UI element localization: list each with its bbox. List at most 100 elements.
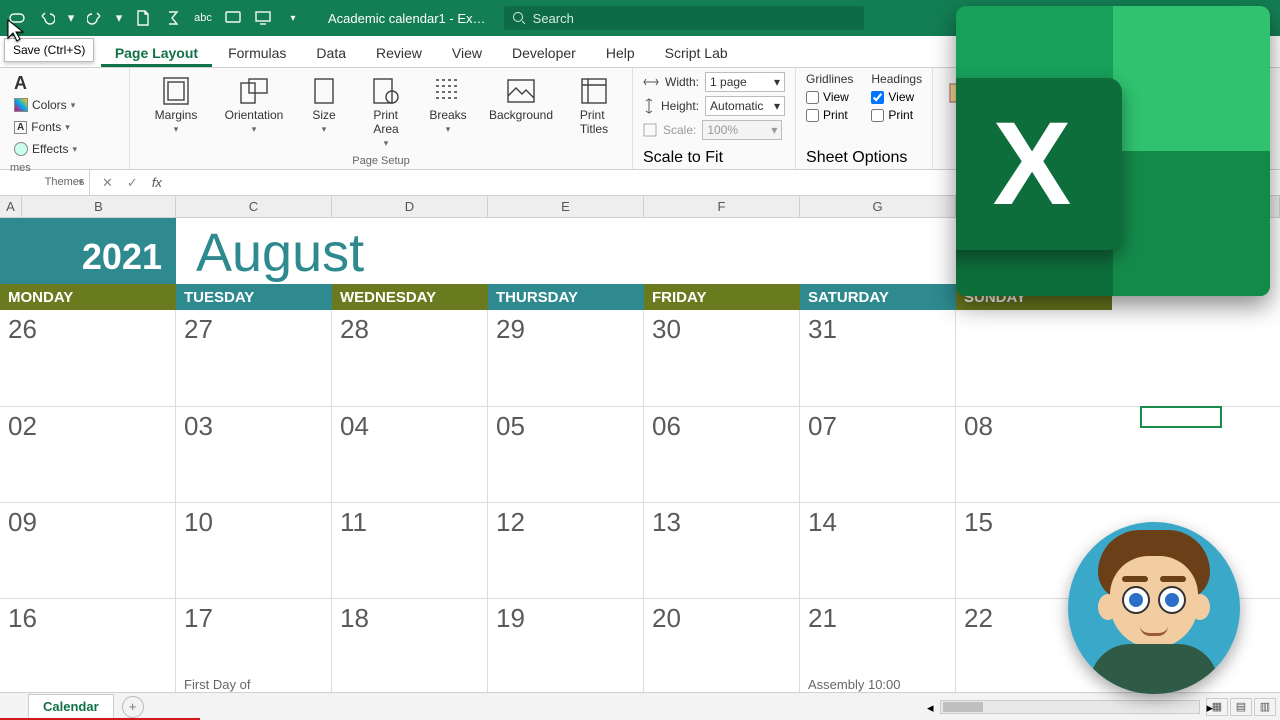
page-layout-view-icon[interactable]: ▤ — [1230, 698, 1252, 716]
search-input[interactable] — [533, 11, 856, 26]
present-icon[interactable] — [252, 7, 274, 29]
print-area-button[interactable]: Print Area▾ — [358, 72, 414, 149]
tab-view[interactable]: View — [438, 39, 496, 67]
search-icon — [512, 11, 525, 25]
themes-aa-icon[interactable]: A — [10, 72, 119, 94]
colors-button[interactable]: Colors▾ — [10, 94, 119, 116]
add-sheet-button[interactable]: + — [122, 696, 144, 718]
day-cell[interactable]: 13 — [644, 503, 800, 598]
day-cell[interactable]: 28 — [332, 310, 488, 406]
gridlines-print-checkbox[interactable]: Print — [806, 108, 853, 122]
tab-help[interactable]: Help — [592, 39, 649, 67]
enter-formula-icon[interactable]: ✓ — [127, 175, 138, 191]
new-file-icon[interactable] — [132, 7, 154, 29]
day-cell[interactable]: 14 — [800, 503, 956, 598]
autosum-icon[interactable] — [162, 7, 184, 29]
width-icon — [643, 76, 659, 88]
tab-developer[interactable]: Developer — [498, 39, 590, 67]
spellcheck-icon[interactable]: abc — [192, 7, 214, 29]
day-cell[interactable]: 31 — [800, 310, 956, 406]
tab-page-layout[interactable]: Page Layout — [101, 39, 212, 67]
day-cell[interactable]: 10 — [176, 503, 332, 598]
width-select[interactable]: 1 page▾ — [705, 72, 785, 92]
size-button[interactable]: Size▾ — [296, 72, 352, 149]
day-cell[interactable]: 05 — [488, 407, 644, 502]
qat-customize-icon[interactable]: ▾ — [282, 7, 304, 29]
col-G[interactable]: G — [800, 196, 956, 217]
tab-script-lab[interactable]: Script Lab — [651, 39, 742, 67]
col-E[interactable]: E — [488, 196, 644, 217]
margins-button[interactable]: Margins▾ — [140, 72, 212, 149]
page-break-view-icon[interactable]: ▥ — [1254, 698, 1276, 716]
day-cell[interactable]: 02 — [0, 407, 176, 502]
avatar-overlay — [1068, 522, 1240, 694]
redo-drop-icon[interactable]: ▾ — [114, 7, 124, 29]
undo-drop-icon[interactable]: ▾ — [66, 7, 76, 29]
headings-view-checkbox[interactable]: View — [871, 90, 922, 104]
search-box[interactable] — [504, 6, 864, 30]
hscroll-left-icon[interactable]: ◂ — [927, 700, 934, 716]
print-titles-button[interactable]: Print Titles — [566, 72, 622, 149]
col-B[interactable]: B — [22, 196, 176, 217]
day-cell[interactable]: 18 — [332, 599, 488, 692]
day-cell[interactable]: 08 — [956, 407, 1112, 502]
day-cell[interactable]: 04 — [332, 407, 488, 502]
headings-label: Headings — [871, 72, 922, 86]
page-setup-label: Page Setup — [140, 155, 622, 167]
tab-review[interactable]: Review — [362, 39, 436, 67]
day-cell[interactable]: 29 — [488, 310, 644, 406]
group-sheet-options: Gridlines View Print Headings View Print… — [796, 68, 933, 169]
group-page-setup: Margins▾ Orientation▾ Size▾ Print Area▾ … — [130, 68, 633, 169]
fonts-button[interactable]: AFonts▾ — [10, 116, 119, 138]
day-cell[interactable]: 12 — [488, 503, 644, 598]
headings-print-checkbox[interactable]: Print — [871, 108, 922, 122]
scale-select[interactable]: 100%▾ — [702, 120, 782, 140]
col-D[interactable]: D — [332, 196, 488, 217]
breaks-button[interactable]: Breaks▾ — [420, 72, 476, 149]
day-cell[interactable]: 19 — [488, 599, 644, 692]
day-cell[interactable]: 06 — [644, 407, 800, 502]
col-F[interactable]: F — [644, 196, 800, 217]
horizontal-scrollbar[interactable]: ◂▸ — [940, 700, 1200, 714]
day-cell[interactable]: 11 — [332, 503, 488, 598]
tab-data[interactable]: Data — [302, 39, 360, 67]
hscroll-right-icon[interactable]: ▸ — [1206, 700, 1213, 716]
mouse-cursor-icon — [6, 18, 26, 49]
col-C[interactable]: C — [176, 196, 332, 217]
undo-button[interactable] — [36, 7, 58, 29]
orientation-button[interactable]: Orientation▾ — [218, 72, 290, 149]
day-cell[interactable]: 03 — [176, 407, 332, 502]
day-cell[interactable]: 16 — [0, 599, 176, 692]
group-themes: A Colors▾ AFonts▾ Effects▾ mes Themes — [0, 68, 130, 169]
themes-mes-fragment: mes — [10, 162, 31, 174]
weekday-wednesday: WEDNESDAY — [332, 284, 488, 310]
gridlines-label: Gridlines — [806, 72, 853, 86]
day-cell[interactable]: 07 — [800, 407, 956, 502]
day-note: Assembly 10:00 — [808, 677, 901, 692]
day-cell[interactable]: 20 — [644, 599, 800, 692]
weekday-thursday: THURSDAY — [488, 284, 644, 310]
themes-label: Themes — [10, 176, 119, 188]
day-cell[interactable]: 30 — [644, 310, 800, 406]
gridlines-view-checkbox[interactable]: View — [806, 90, 853, 104]
fx-icon[interactable]: fx — [152, 175, 162, 190]
day-cell[interactable]: 26 — [0, 310, 176, 406]
touch-mode-icon[interactable] — [222, 7, 244, 29]
day-cell[interactable]: 17First Day of — [176, 599, 332, 692]
col-A[interactable]: A — [0, 196, 22, 217]
quick-access-toolbar: ▾ ▾ abc ▾ — [0, 7, 310, 29]
sheet-tab-calendar[interactable]: Calendar — [28, 694, 114, 720]
day-cell[interactable]: 09 — [0, 503, 176, 598]
background-button[interactable]: Background — [482, 72, 560, 149]
weekday-friday: FRIDAY — [644, 284, 800, 310]
day-note: First Day of — [184, 677, 250, 692]
day-cell[interactable] — [956, 310, 1112, 406]
day-cell[interactable]: 21Assembly 10:00 — [800, 599, 956, 692]
height-select[interactable]: Automatic▾ — [705, 96, 785, 116]
height-icon — [643, 98, 655, 114]
excel-x-icon: X — [993, 96, 1072, 232]
effects-button[interactable]: Effects▾ — [10, 138, 119, 160]
day-cell[interactable]: 27 — [176, 310, 332, 406]
redo-button[interactable] — [84, 7, 106, 29]
tab-formulas[interactable]: Formulas — [214, 39, 300, 67]
